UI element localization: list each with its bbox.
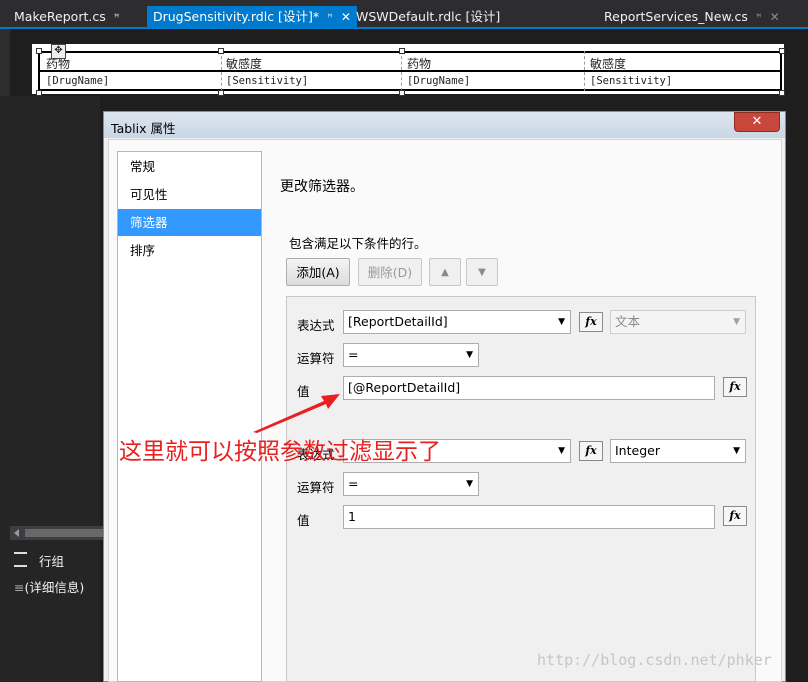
expression-fx-button[interactable]: fx bbox=[579, 441, 603, 461]
list-icon bbox=[14, 552, 27, 567]
chevron-down-icon[interactable]: ▼ bbox=[466, 344, 473, 366]
move-down-button[interactable]: ▼ bbox=[466, 258, 498, 286]
delete-filter-button[interactable]: 删除(D) bbox=[358, 258, 422, 286]
tab-wswdefault[interactable]: WSWDefault.rdlc [设计] bbox=[350, 6, 506, 27]
nav-item-filters[interactable]: 筛选器 bbox=[118, 209, 261, 236]
field-cell-drugname[interactable]: [DrugName] bbox=[407, 75, 470, 87]
field-cell-drugname[interactable]: [DrugName] bbox=[46, 75, 109, 87]
header-cell-sensitivity[interactable]: 敏感度 bbox=[226, 55, 262, 72]
tab-label: MakeReport.cs bbox=[14, 9, 106, 24]
value-fx-button[interactable]: fx bbox=[723, 377, 747, 397]
operator-value: = bbox=[348, 476, 359, 491]
nav-item-sorting[interactable]: 排序 bbox=[118, 237, 261, 264]
tablix-column-divider bbox=[584, 51, 586, 91]
header-cell-drug[interactable]: 药物 bbox=[407, 55, 431, 72]
expression-value: [ReportDetailId] bbox=[348, 314, 448, 329]
chevron-down-icon[interactable]: ▼ bbox=[558, 440, 565, 462]
tab-label: WSWDefault.rdlc [设计] bbox=[356, 9, 501, 24]
field-cell-sensitivity[interactable]: [Sensitivity] bbox=[226, 75, 308, 87]
annotation-arrow-icon bbox=[253, 394, 340, 433]
pin-icon[interactable]: ꟸ bbox=[756, 13, 762, 24]
arrow-down-icon: ▼ bbox=[478, 267, 486, 278]
nav-item-visibility[interactable]: 可见性 bbox=[118, 181, 261, 208]
value-input[interactable]: [@ReportDetailId] bbox=[343, 376, 715, 400]
resize-handle[interactable] bbox=[36, 48, 42, 54]
move-handle-icon[interactable]: ✥ bbox=[51, 44, 66, 59]
add-filter-button[interactable]: 添加(A) bbox=[286, 258, 350, 286]
arrow-up-icon: ▲ bbox=[441, 267, 449, 278]
operator-label: 运算符 bbox=[297, 351, 335, 366]
filter-description: 包含满足以下条件的行。 bbox=[289, 236, 427, 251]
tab-label: DrugSensitivity.rdlc [设计]* bbox=[153, 9, 320, 24]
operator-combo[interactable]: = ▼ bbox=[343, 343, 479, 367]
row-groups-header: 行组 bbox=[14, 551, 64, 570]
chevron-down-icon[interactable]: ▼ bbox=[733, 440, 740, 462]
scroll-left-icon[interactable] bbox=[14, 529, 19, 537]
nav-item-general[interactable]: 常规 bbox=[118, 153, 261, 180]
expression-fx-button[interactable]: fx bbox=[579, 312, 603, 332]
tab-reportservices[interactable]: ReportServices_New.cs ꟸ ✕ bbox=[598, 6, 786, 27]
type-value: 文本 bbox=[615, 314, 641, 329]
scrollbar-thumb[interactable] bbox=[25, 529, 103, 537]
details-group-label: (详细信息) bbox=[24, 580, 85, 595]
tab-label: ReportServices_New.cs bbox=[604, 9, 748, 24]
dialog-title-bar[interactable] bbox=[104, 112, 785, 138]
type-combo[interactable]: 文本 ▼ bbox=[610, 310, 746, 334]
header-cell-sensitivity[interactable]: 敏感度 bbox=[590, 55, 626, 72]
close-icon[interactable]: ✕ bbox=[770, 10, 780, 24]
watermark: http://blog.csdn.net/phker bbox=[537, 651, 772, 669]
resize-handle[interactable] bbox=[218, 48, 224, 54]
page-heading: 更改筛选器。 bbox=[280, 179, 364, 195]
chevron-down-icon[interactable]: ▼ bbox=[558, 311, 565, 333]
dialog-title: Tablix 属性 bbox=[111, 121, 176, 136]
field-cell-sensitivity[interactable]: [Sensitivity] bbox=[590, 75, 672, 87]
operator-combo[interactable]: = ▼ bbox=[343, 472, 479, 496]
operator-label: 运算符 bbox=[297, 480, 335, 495]
details-group[interactable]: ≡(详细信息) bbox=[14, 577, 84, 596]
dialog-close-button[interactable]: ✕ bbox=[734, 112, 780, 132]
value-label: 值 bbox=[297, 513, 310, 528]
tab-makereport[interactable]: MakeReport.cs ꟸ bbox=[8, 6, 126, 27]
chevron-down-icon[interactable]: ▼ bbox=[733, 311, 740, 333]
operator-value: = bbox=[348, 347, 359, 362]
resize-handle[interactable] bbox=[399, 90, 405, 96]
pin-icon[interactable]: ꟸ bbox=[114, 13, 120, 24]
type-value: Integer bbox=[615, 443, 660, 458]
tablix-column-divider bbox=[221, 51, 223, 91]
resize-handle[interactable] bbox=[218, 90, 224, 96]
value-input[interactable]: 1 bbox=[343, 505, 715, 529]
row-groups-label: 行组 bbox=[39, 554, 65, 569]
annotation-text: 这里就可以按照参数过滤显示了 bbox=[119, 439, 441, 465]
pin-icon[interactable]: ꟸ bbox=[327, 13, 333, 24]
value-fx-button[interactable]: fx bbox=[723, 506, 747, 526]
resize-handle[interactable] bbox=[399, 48, 405, 54]
resize-handle[interactable] bbox=[779, 48, 785, 54]
equals-icon: ≡ bbox=[14, 580, 25, 595]
tablix-column-divider bbox=[401, 51, 403, 91]
move-up-button[interactable]: ▲ bbox=[429, 258, 461, 286]
tab-drugsensitivity[interactable]: DrugSensitivity.rdlc [设计]* ꟸ ✕ bbox=[147, 6, 357, 27]
resize-handle[interactable] bbox=[779, 90, 785, 96]
type-combo[interactable]: Integer ▼ bbox=[610, 439, 746, 463]
expression-combo[interactable]: [ReportDetailId] ▼ bbox=[343, 310, 571, 334]
expression-label: 表达式 bbox=[297, 318, 335, 333]
chevron-down-icon[interactable]: ▼ bbox=[466, 473, 473, 495]
